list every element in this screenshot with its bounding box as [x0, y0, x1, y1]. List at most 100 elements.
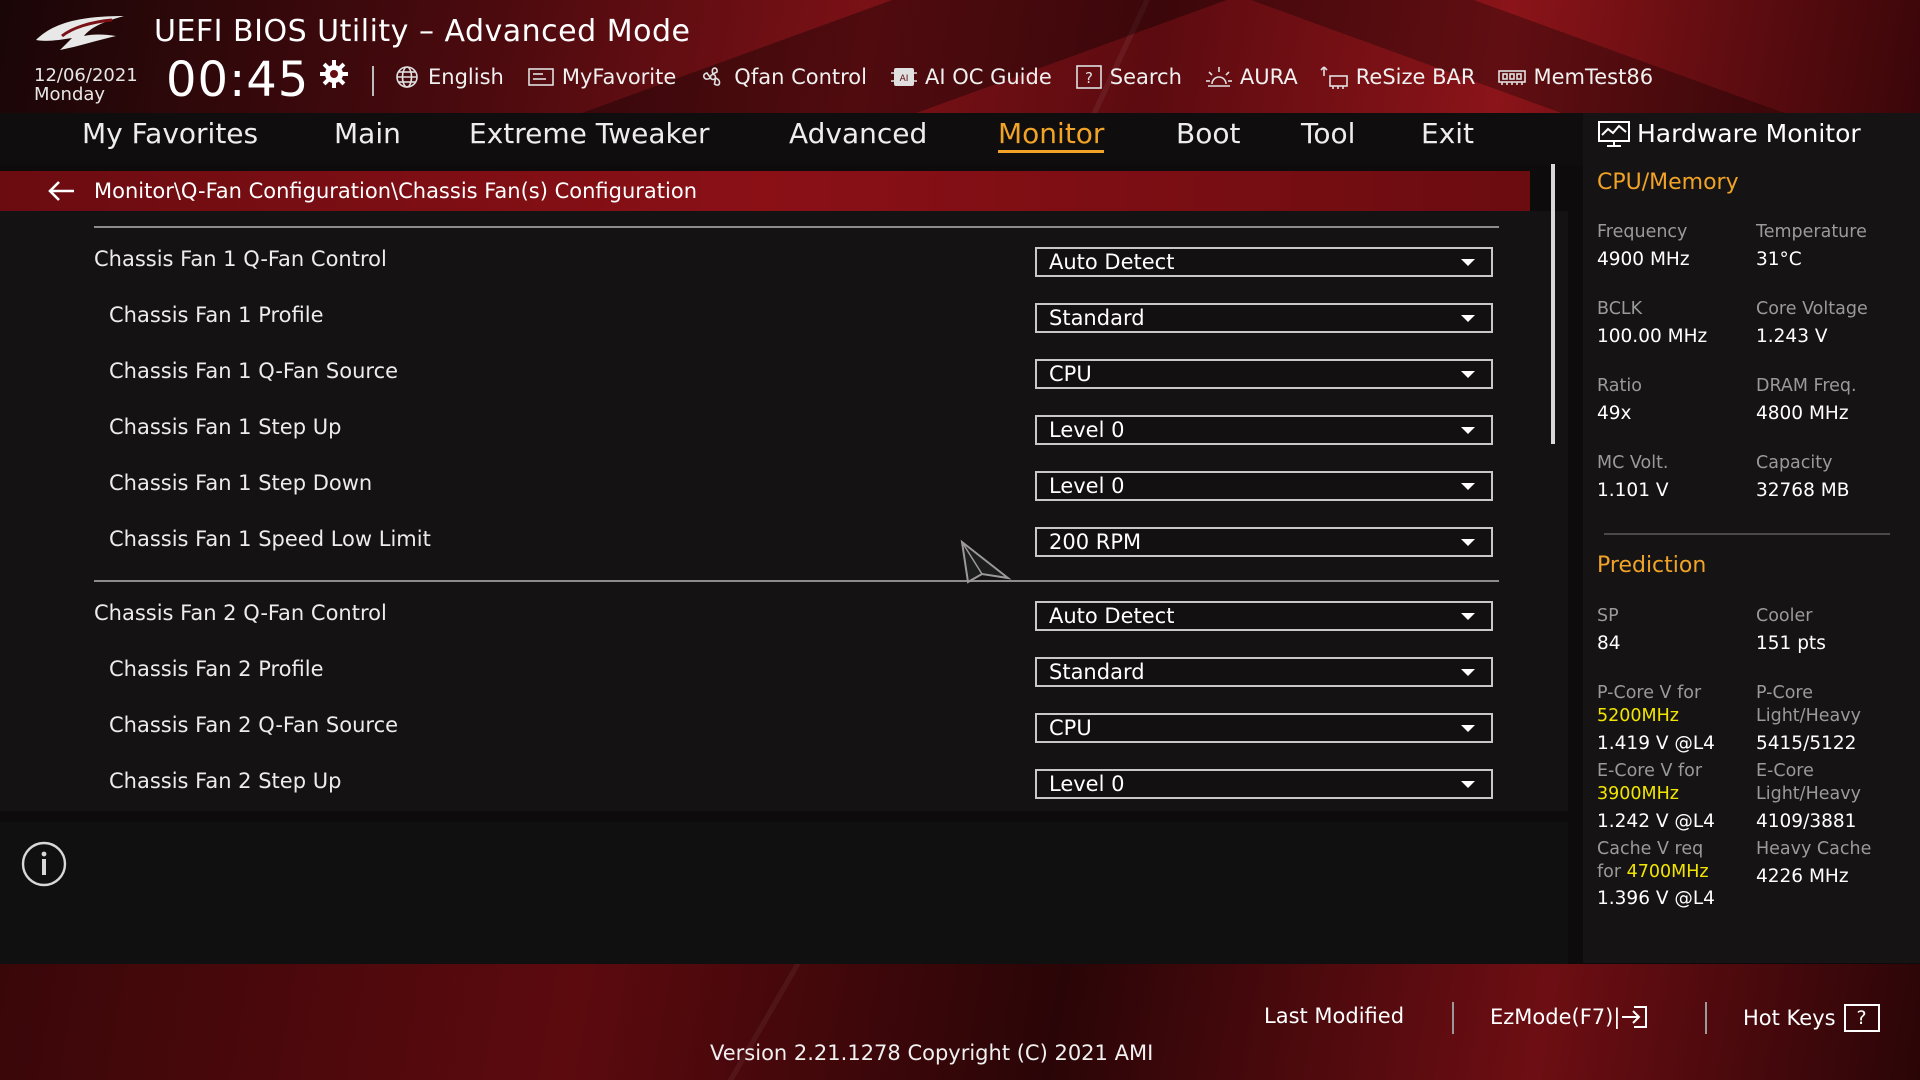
memtest86-label: MemTest86 — [1533, 65, 1654, 89]
ai-chip-icon: AI — [890, 68, 917, 86]
tab-monitor[interactable]: Monitor — [998, 117, 1105, 153]
tab-extreme-tweaker[interactable]: Extreme Tweaker — [469, 117, 709, 150]
hardware-monitor-title-text: Hardware Monitor — [1637, 119, 1861, 148]
tab-advanced[interactable]: Advanced — [789, 117, 927, 150]
ai-oc-guide-label: AI OC Guide — [924, 65, 1052, 89]
dram-freq-value: 4800 MHz — [1756, 403, 1849, 424]
scrollbar[interactable] — [1551, 164, 1555, 444]
frequency-value: 4900 MHz — [1597, 249, 1690, 270]
language-button[interactable]: English — [392, 64, 504, 90]
ecore-v-label-text: E-Core V for — [1597, 761, 1703, 781]
chassis-fan2-profile-dropdown[interactable]: Standard — [1035, 657, 1493, 687]
dropdown-value: CPU — [1049, 716, 1092, 740]
search-help-icon: ? — [1075, 65, 1102, 89]
svg-text:AI: AI — [900, 74, 909, 84]
chevron-down-icon — [1461, 427, 1475, 434]
info-icon[interactable] — [20, 840, 68, 888]
breadcrumb-path: Monitor\Q-Fan Configuration\Chassis Fan(… — [94, 179, 698, 203]
myfavorite-label: MyFavorite — [561, 65, 677, 89]
chevron-down-icon — [1461, 669, 1475, 676]
gear-icon[interactable] — [318, 58, 350, 90]
aura-label: AURA — [1239, 65, 1298, 89]
ecore-v-frequency: 3900MHz — [1597, 784, 1679, 804]
resize-bar-button[interactable]: ReSize BAR — [1320, 64, 1476, 90]
chassis-fan1-qfan-control-dropdown[interactable]: Auto Detect — [1035, 247, 1493, 277]
back-arrow-icon[interactable] — [46, 179, 76, 203]
ai-oc-guide-button[interactable]: AI AI OC Guide — [889, 64, 1052, 90]
hw-divider — [1604, 533, 1890, 535]
dropdown-value: Level 0 — [1049, 474, 1125, 498]
resize-bar-label: ReSize BAR — [1355, 65, 1476, 89]
dropdown-value: Standard — [1049, 306, 1145, 330]
rog-logo-icon — [36, 16, 124, 50]
ecore-v-value: 1.242 V @L4 — [1597, 811, 1715, 832]
chevron-down-icon — [1461, 315, 1475, 322]
section-divider — [94, 226, 1499, 228]
ecore-light-heavy-label-2: Light/Heavy — [1756, 784, 1861, 804]
tab-boot[interactable]: Boot — [1176, 117, 1240, 150]
chassis-fan2-step-up-dropdown[interactable]: Level 0 — [1035, 769, 1493, 799]
setting-label: Chassis Fan 1 Speed Low Limit — [109, 527, 431, 551]
dropdown-value: Level 0 — [1049, 772, 1125, 796]
chevron-down-icon — [1461, 483, 1475, 490]
search-button[interactable]: ? Search — [1074, 64, 1182, 90]
chassis-fan1-profile-dropdown[interactable]: Standard — [1035, 303, 1493, 333]
temperature-label: Temperature — [1756, 222, 1867, 242]
version-text: Version 2.21.1278 Copyright (C) 2021 AMI — [710, 1041, 1154, 1065]
last-modified-button[interactable]: Last Modified — [1264, 1004, 1404, 1028]
favorite-icon — [528, 68, 554, 86]
cooler-label: Cooler — [1756, 606, 1813, 626]
chassis-fan1-qfan-source-dropdown[interactable]: CPU — [1035, 359, 1493, 389]
tab-tool[interactable]: Tool — [1301, 117, 1355, 150]
qfan-control-label: Qfan Control — [734, 65, 867, 89]
aura-button[interactable]: AURA — [1204, 64, 1298, 90]
dram-freq-label: DRAM Freq. — [1756, 376, 1857, 396]
core-voltage-value: 1.243 V — [1756, 326, 1828, 347]
tab-my-favorites[interactable]: My Favorites — [82, 117, 258, 150]
cpu-memory-section-title: CPU/Memory — [1597, 170, 1739, 195]
mc-volt-label: MC Volt. — [1597, 453, 1669, 473]
memtest86-button[interactable]: MemTest86 — [1497, 64, 1653, 90]
tab-main[interactable]: Main — [334, 117, 401, 150]
chassis-fan1-step-up-dropdown[interactable]: Level 0 — [1035, 415, 1493, 445]
tab-exit[interactable]: Exit — [1421, 117, 1474, 150]
chevron-down-icon — [1461, 725, 1475, 732]
help-info-panel — [0, 822, 1568, 964]
chassis-fan2-qfan-control-dropdown[interactable]: Auto Detect — [1035, 601, 1493, 631]
cache-v-label-2-line: for 4700MHz — [1597, 861, 1709, 884]
sp-label: SP — [1597, 606, 1619, 626]
footer-separator — [1705, 1002, 1707, 1034]
aura-icon — [1205, 67, 1232, 87]
app-title: UEFI BIOS Utility – Advanced Mode — [154, 14, 691, 49]
ratio-label: Ratio — [1597, 376, 1642, 396]
date-display: 12/06/2021 Monday — [34, 66, 138, 104]
hot-keys-button[interactable]: Hot Keys ? — [1743, 1004, 1880, 1032]
chassis-fan1-speed-low-limit-dropdown[interactable]: 200 RPM — [1035, 527, 1493, 557]
temperature-value: 31°C — [1756, 249, 1802, 270]
pcore-v-label-text: P-Core V for — [1597, 683, 1702, 703]
myfavorite-button[interactable]: MyFavorite — [526, 64, 676, 90]
toolbar: English MyFavorite Qfan Control AI AI OC… — [392, 64, 1675, 90]
breadcrumb: Monitor\Q-Fan Configuration\Chassis Fan(… — [0, 171, 1530, 211]
setting-label: Chassis Fan 1 Q-Fan Control — [94, 247, 387, 271]
cache-v-frequency: 4700MHz — [1626, 862, 1709, 882]
clock-time: 00:45 — [166, 52, 310, 108]
chassis-fan2-qfan-source-dropdown[interactable]: CPU — [1035, 713, 1493, 743]
hot-keys-label: Hot Keys — [1743, 1006, 1836, 1030]
cache-v-value: 1.396 V @L4 — [1597, 888, 1715, 909]
prediction-section-title: Prediction — [1597, 553, 1707, 578]
cache-v-label-2: for — [1597, 862, 1622, 882]
exit-arrow-icon — [1622, 1006, 1648, 1028]
ezmode-button[interactable]: EzMode(F7)| — [1490, 1004, 1650, 1030]
resize-bar-icon — [1320, 66, 1348, 89]
setting-label: Chassis Fan 1 Step Down — [109, 471, 373, 495]
mouse-cursor-icon — [960, 539, 1012, 584]
setting-label: Chassis Fan 2 Q-Fan Source — [109, 713, 399, 737]
chevron-down-icon — [1461, 259, 1475, 266]
toolbar-separator — [372, 66, 374, 96]
chevron-down-icon — [1461, 781, 1475, 788]
ecore-light-heavy-label-1: E-Core — [1756, 761, 1814, 781]
chassis-fan1-step-down-dropdown[interactable]: Level 0 — [1035, 471, 1493, 501]
capacity-value: 32768 MB — [1756, 480, 1850, 501]
qfan-control-button[interactable]: Qfan Control — [698, 64, 867, 90]
